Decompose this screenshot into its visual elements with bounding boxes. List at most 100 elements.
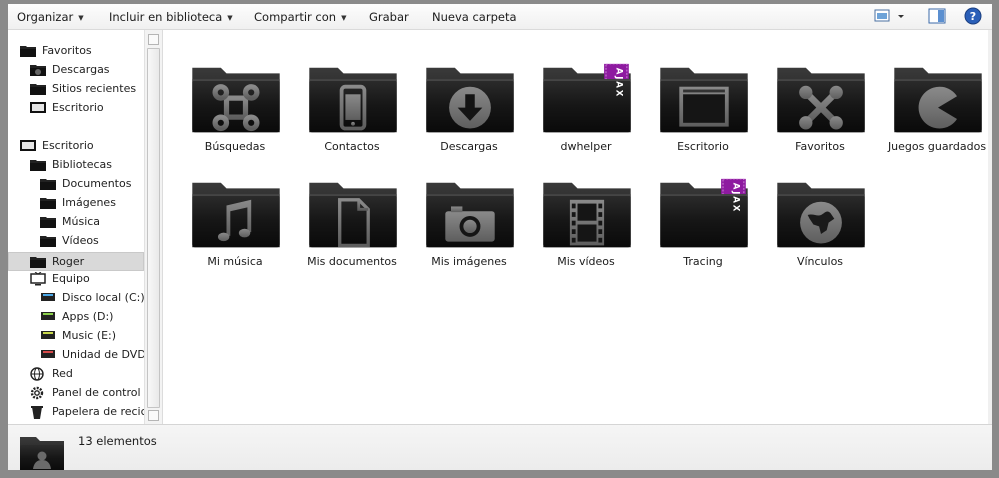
folder-item[interactable]: AJAX Tracing: [648, 173, 758, 283]
folder-item[interactable]: Mis vídeos: [531, 173, 641, 283]
status-bar: 13 elementos: [8, 424, 992, 470]
folder-label: Favoritos: [795, 140, 845, 153]
nav-downloads[interactable]: Descargas: [30, 61, 140, 78]
burn-button[interactable]: Grabar: [369, 9, 409, 25]
folder-item[interactable]: Vínculos: [765, 173, 875, 283]
content-edge: [988, 30, 992, 424]
folder-item[interactable]: Escritorio: [648, 58, 758, 168]
nav-documents[interactable]: Documentos: [40, 175, 140, 192]
ribbon-label: AJAX: [730, 183, 740, 214]
folder-item[interactable]: Búsquedas: [180, 58, 290, 168]
view-options-icon[interactable]: [874, 8, 906, 27]
nav-disk-e[interactable]: Music (E:): [40, 327, 140, 344]
folder-label: Contactos: [324, 140, 380, 153]
share-with-label: Compartir con: [254, 10, 337, 24]
command-bar: Organizar ▼ Incluir en biblioteca ▼ Compar…: [8, 4, 992, 30]
folder-label: Mis documentos: [307, 255, 397, 268]
nav-scrollbar[interactable]: [144, 30, 162, 424]
folder-item[interactable]: Mis documentos: [297, 173, 407, 283]
nav-recent-places[interactable]: Sitios recientes: [30, 80, 140, 97]
item-count: 13 elementos: [78, 434, 157, 448]
nav-network[interactable]: Red: [30, 365, 140, 382]
nav-videos-label: Vídeos: [62, 234, 99, 247]
help-icon[interactable]: ?: [964, 7, 982, 28]
drive-icon: [40, 310, 56, 327]
chevron-down-icon: ▼: [227, 14, 233, 22]
drive-icon: [40, 291, 56, 308]
music-folder-icon: [40, 215, 56, 233]
documents-folder-icon: [40, 177, 56, 195]
folder-label: Vínculos: [796, 255, 844, 268]
new-folder-button[interactable]: Nueva carpeta: [432, 9, 517, 25]
folder-label: dwhelper: [560, 140, 612, 153]
scroll-down-button[interactable]: [148, 410, 159, 421]
phone-icon: [309, 67, 397, 133]
folder-item[interactable]: Contactos: [297, 58, 407, 168]
star-folder-icon: [20, 44, 36, 62]
explorer-window: Organizar ▼ Incluir en biblioteca ▼ Compar…: [8, 4, 992, 470]
preview-pane-icon[interactable]: [928, 8, 946, 27]
share-with-menu[interactable]: Compartir con ▼: [254, 9, 346, 25]
nav-libraries-label: Bibliotecas: [52, 158, 113, 171]
downloads-folder-icon: [30, 63, 46, 81]
chevron-down-icon: ▼: [341, 14, 347, 22]
folder-label: Búsquedas: [204, 140, 266, 153]
nav-dvd[interactable]: Unidad de DVD: [40, 346, 144, 363]
nav-desktop-fav-label: Escritorio: [52, 101, 104, 114]
nav-favorites-label: Favoritos: [42, 44, 92, 57]
folder-item[interactable]: Descargas: [414, 58, 524, 168]
folder-label: Descargas: [440, 140, 498, 153]
folder-label: Mis vídeos: [557, 255, 615, 268]
nav-computer[interactable]: Equipo: [30, 270, 140, 287]
libraries-folder-icon: [30, 158, 46, 176]
nav-disk-d-label: Apps (D:): [62, 310, 114, 323]
videos-folder-icon: [40, 234, 56, 252]
scroll-up-button[interactable]: [148, 34, 159, 45]
nav-control-panel[interactable]: Panel de control: [30, 384, 144, 401]
chevron-down-icon: ▼: [78, 14, 84, 22]
dvd-drive-icon: [40, 348, 56, 365]
images-folder-icon: [40, 196, 56, 214]
folder-label: Mi música: [207, 255, 263, 268]
nav-music[interactable]: Música: [40, 213, 140, 230]
nav-libraries[interactable]: Bibliotecas: [30, 156, 140, 173]
nav-disk-c[interactable]: Disco local (C:): [40, 289, 144, 308]
nav-images[interactable]: Imágenes: [40, 194, 140, 211]
folder-item[interactable]: Juegos guardados: [882, 58, 992, 168]
nav-disk-d[interactable]: Apps (D:): [40, 308, 140, 325]
folder-item[interactable]: Favoritos: [765, 58, 875, 168]
scroll-thumb[interactable]: [147, 48, 160, 408]
music-note-icon: [192, 182, 280, 248]
folder-label: Escritorio: [677, 140, 729, 153]
drive-icon: [40, 329, 56, 346]
film-icon: [543, 182, 631, 248]
include-library-label: Incluir en biblioteca: [109, 10, 223, 24]
nav-desktop[interactable]: Escritorio: [20, 137, 140, 154]
folder-item[interactable]: Mi música: [180, 173, 290, 283]
globe-icon: [777, 182, 865, 248]
folder-item[interactable]: Mis imágenes: [414, 173, 524, 283]
folder-item[interactable]: AJAX dwhelper: [531, 58, 641, 168]
nav-recycle-bin[interactable]: Papelera de recicla: [30, 403, 144, 420]
nav-videos[interactable]: Vídeos: [40, 232, 140, 249]
nav-documents-label: Documentos: [62, 177, 132, 190]
desktop-icon: [20, 139, 36, 157]
nav-dvd-label: Unidad de DVD: [62, 348, 144, 361]
nav-disk-c-label: Disco local (C:): [62, 291, 144, 304]
nav-desktop-fav[interactable]: Escritorio: [30, 99, 140, 116]
nav-desktop-label: Escritorio: [42, 139, 94, 152]
organize-menu[interactable]: Organizar ▼: [17, 9, 84, 25]
document-icon: [309, 182, 397, 248]
include-library-menu[interactable]: Incluir en biblioteca ▼: [109, 9, 233, 25]
nav-user[interactable]: Roger: [8, 252, 144, 271]
nav-computer-label: Equipo: [52, 272, 90, 285]
trash-icon: [30, 405, 44, 424]
nav-favorites[interactable]: Favoritos: [20, 42, 140, 59]
nav-disk-e-label: Music (E:): [62, 329, 117, 342]
navigation-pane: Favoritos Descargas Sitios recientes Esc…: [8, 30, 144, 424]
content-pane: Búsquedas Contactos Descargas AJAX dwhelp…: [162, 30, 989, 424]
folder-label: Tracing: [683, 255, 723, 268]
desktop-icon: [30, 101, 46, 119]
nav-user-label: Roger: [52, 255, 85, 268]
nav-network-label: Red: [52, 367, 73, 380]
